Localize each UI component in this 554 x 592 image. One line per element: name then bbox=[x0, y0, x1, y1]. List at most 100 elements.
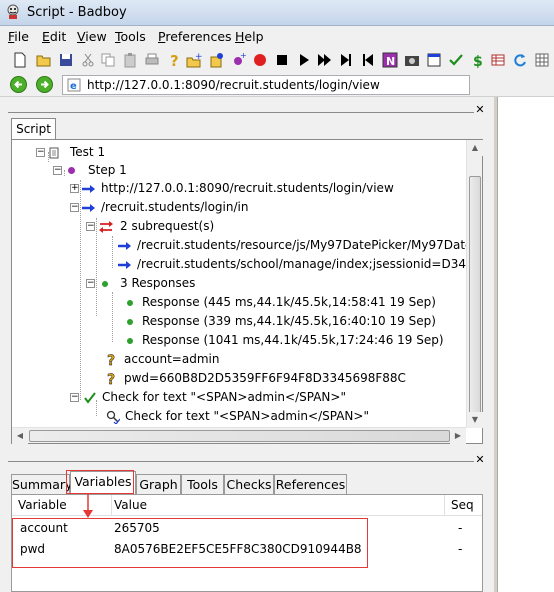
expand-icon[interactable]: + bbox=[70, 184, 79, 193]
window-icon[interactable] bbox=[426, 52, 442, 68]
tree-item-response[interactable]: Response (1041 ms,44.1k/45.5k,17:24:46 1… bbox=[127, 332, 477, 350]
response-dot-icon bbox=[127, 319, 133, 325]
address-bar: e http://127.0.0.1:8090/recruit.students… bbox=[0, 73, 554, 97]
tree-item-responses[interactable]: − 3 Responses bbox=[86, 275, 476, 293]
table-icon[interactable] bbox=[490, 52, 506, 68]
stop-icon[interactable] bbox=[274, 52, 290, 68]
add-step-icon[interactable]: + bbox=[186, 52, 202, 68]
tree-label: Check for text "<SPAN>admin</SPAN>" bbox=[102, 390, 346, 404]
toolbar: ? + + N $ bbox=[0, 47, 554, 73]
scroll-right-icon[interactable]: ▶ bbox=[450, 428, 466, 444]
ie-page-icon: e bbox=[67, 78, 81, 92]
tree-item-subrequests[interactable]: − 2 subrequest(s) bbox=[86, 218, 476, 236]
menu-view[interactable]: View bbox=[77, 29, 107, 44]
menu-file[interactable]: File bbox=[8, 29, 29, 44]
menu-preferences[interactable]: Preferences bbox=[158, 29, 232, 44]
save-icon[interactable] bbox=[58, 52, 74, 68]
collapse-icon[interactable]: − bbox=[36, 148, 45, 157]
forward-button[interactable] bbox=[36, 76, 53, 93]
grid-icon[interactable] bbox=[534, 52, 550, 68]
tree-item-subrequest[interactable]: /recruit.students/resource/js/My97DatePi… bbox=[118, 237, 483, 255]
collapse-icon[interactable]: − bbox=[53, 166, 62, 175]
back-button[interactable] bbox=[10, 76, 27, 93]
tab-graph[interactable]: Graph bbox=[136, 474, 181, 494]
subrequest-icon bbox=[99, 221, 113, 233]
copy-icon[interactable] bbox=[100, 52, 116, 68]
title-bar: Script - Badboy bbox=[0, 0, 554, 26]
tab-script[interactable]: Script bbox=[11, 118, 56, 139]
rewind-icon[interactable] bbox=[360, 52, 376, 68]
cut-icon[interactable] bbox=[80, 52, 96, 68]
request-arrow-icon bbox=[118, 242, 131, 250]
script-tree[interactable]: − Test 1 − Step 1 + http://127.0.0.1:809… bbox=[11, 139, 483, 444]
test-icon bbox=[49, 147, 59, 159]
response-dot-icon bbox=[102, 281, 108, 287]
tree-horizontal-scrollbar[interactable]: ◀ ▶ bbox=[12, 427, 466, 444]
browser-view[interactable] bbox=[497, 97, 554, 592]
tree-item-response[interactable]: Response (445 ms,44.1k/45.5k,14:58:41 19… bbox=[127, 294, 477, 312]
tab-checks[interactable]: Checks bbox=[224, 474, 274, 494]
tab-references[interactable]: References bbox=[274, 474, 347, 494]
scroll-down-icon[interactable]: ▼ bbox=[467, 412, 483, 428]
print-icon[interactable] bbox=[144, 52, 160, 68]
play-next-icon[interactable] bbox=[338, 52, 354, 68]
help-icon[interactable]: ? bbox=[166, 52, 182, 68]
tree-item-response[interactable]: Response (339 ms,44.1k/45.5k,16:40:10 19… bbox=[127, 313, 477, 331]
tree-item-parameter[interactable]: ? account=admin bbox=[106, 351, 476, 369]
check-icon[interactable] bbox=[448, 52, 464, 68]
play-icon[interactable] bbox=[296, 52, 312, 68]
scroll-thumb[interactable] bbox=[29, 430, 450, 442]
response-dot-icon bbox=[127, 300, 133, 306]
column-header-value[interactable]: Value bbox=[112, 495, 445, 515]
tree-item-test[interactable]: − Test 1 bbox=[36, 144, 476, 162]
tree-line bbox=[112, 236, 113, 268]
tree-item-check-item[interactable]: Check for text "<SPAN>admin</SPAN>" bbox=[106, 408, 476, 426]
menu-help[interactable]: Help bbox=[235, 29, 264, 44]
tree-item-check[interactable]: − Check for text "<SPAN>admin</SPAN>" bbox=[70, 389, 470, 407]
collapse-icon[interactable]: − bbox=[70, 203, 79, 212]
tree-item-subrequest[interactable]: /recruit.students/school/manage/index;js… bbox=[118, 256, 482, 274]
scroll-left-icon[interactable]: ◀ bbox=[12, 428, 28, 444]
add-request-icon[interactable]: + bbox=[230, 52, 246, 68]
tree-vertical-scrollbar[interactable]: ▲ ▼ bbox=[466, 140, 483, 428]
scroll-up-icon[interactable]: ▲ bbox=[467, 140, 483, 156]
request-mode-icon[interactable]: N bbox=[382, 52, 398, 68]
variable-icon[interactable]: $ bbox=[470, 52, 486, 68]
tree-label: account=admin bbox=[124, 352, 220, 366]
tab-tools[interactable]: Tools bbox=[181, 474, 224, 494]
url-field[interactable]: e http://127.0.0.1:8090/recruit.students… bbox=[62, 75, 470, 95]
collapse-icon[interactable]: − bbox=[86, 279, 95, 288]
collapse-icon[interactable]: − bbox=[70, 393, 79, 402]
column-header-variable[interactable]: Variable bbox=[12, 495, 112, 515]
tab-summary[interactable]: Summary bbox=[11, 474, 72, 494]
paste-icon[interactable] bbox=[122, 52, 138, 68]
variable-seq: - bbox=[458, 521, 463, 535]
collapse-icon[interactable]: − bbox=[86, 222, 95, 231]
tree-item-parameter[interactable]: ? pwd=660B8D2D5359FF6F94F8D3345698F88C bbox=[106, 370, 476, 388]
svg-text:?: ? bbox=[107, 353, 115, 367]
tree-item-step[interactable]: − Step 1 bbox=[53, 162, 473, 180]
url-text: http://127.0.0.1:8090/recruit.students/l… bbox=[87, 78, 380, 92]
tree-label: Test 1 bbox=[70, 145, 106, 159]
record-icon[interactable] bbox=[252, 52, 268, 68]
tree-item-request[interactable]: − /recruit.students/login/in bbox=[70, 199, 480, 217]
column-header-seq[interactable]: Seq bbox=[445, 495, 482, 515]
new-icon[interactable] bbox=[12, 52, 28, 68]
play-all-icon[interactable] bbox=[316, 52, 332, 68]
open-icon[interactable] bbox=[36, 52, 52, 68]
refresh-icon[interactable] bbox=[512, 52, 528, 68]
tree-label: Response (1041 ms,44.1k/45.5k,17:24:46 1… bbox=[142, 333, 444, 347]
close-summary-panel-icon[interactable]: ✕ bbox=[474, 454, 486, 466]
tree-label: /recruit.students/resource/js/My97DatePi… bbox=[137, 238, 483, 252]
menu-tools[interactable]: Tools bbox=[115, 29, 146, 44]
tree-label: Step 1 bbox=[88, 163, 127, 177]
add-item-icon[interactable] bbox=[208, 52, 224, 68]
close-script-panel-icon[interactable]: ✕ bbox=[474, 104, 486, 116]
tree-label: Response (445 ms,44.1k/45.5k,14:58:41 19… bbox=[142, 295, 436, 309]
tree-label: Response (339 ms,44.1k/45.5k,16:40:10 19… bbox=[142, 314, 436, 328]
tree-item-request[interactable]: + http://127.0.0.1:8090/recruit.students… bbox=[70, 180, 480, 198]
scroll-thumb[interactable] bbox=[469, 176, 481, 424]
tree-label: pwd=660B8D2D5359FF6F94F8D3345698F88C bbox=[124, 371, 406, 385]
menu-edit[interactable]: Edit bbox=[42, 29, 66, 44]
screenshot-icon[interactable] bbox=[404, 52, 420, 68]
